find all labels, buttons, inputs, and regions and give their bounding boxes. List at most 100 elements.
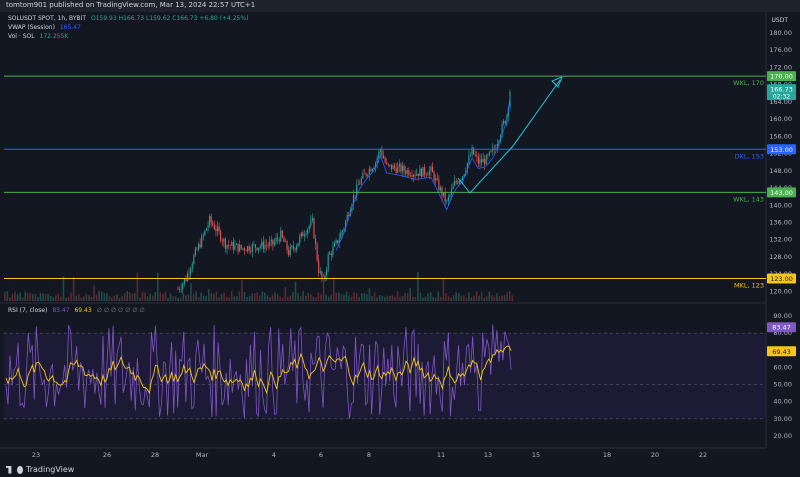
symbol-info[interactable]: SOLUSDT SPOT, 1h, BYBIT <box>8 15 86 22</box>
candle-body <box>473 147 475 155</box>
volume-bar <box>376 297 378 301</box>
volume-bar <box>427 293 429 301</box>
volume-bar <box>404 293 406 301</box>
volume-bar <box>414 296 417 301</box>
vwap-label: VWAP (Session) <box>8 24 55 31</box>
candle-body <box>201 236 203 248</box>
time-axis-tick: 8 <box>367 451 371 459</box>
key-level-label: WKL, 170 <box>733 79 764 87</box>
volume-bar <box>195 291 197 301</box>
time-axis-tick: 26 <box>103 451 111 459</box>
candle-body <box>488 151 491 156</box>
price-axis-currency: USDT <box>772 17 789 24</box>
volume-bar <box>90 297 93 301</box>
volume-bar <box>65 297 67 301</box>
volume-bar <box>136 272 139 301</box>
chart-canvas[interactable]: USDT180.00176.00172.00168.00164.00160.00… <box>0 0 800 477</box>
volume-bar <box>284 287 287 301</box>
candle-body <box>379 149 381 152</box>
candle-body <box>310 220 312 227</box>
volume-bar <box>457 293 460 301</box>
candle-body <box>242 248 244 249</box>
volume-bar <box>146 296 149 301</box>
candle-body <box>284 241 287 243</box>
volume-bar <box>218 297 220 301</box>
volume-bar <box>468 292 470 301</box>
volume-bar <box>276 293 279 301</box>
candle-body <box>479 159 481 164</box>
candle-body <box>341 230 343 233</box>
candle-body <box>232 241 234 250</box>
candle-body <box>247 246 249 252</box>
candle-body <box>337 240 339 243</box>
time-axis-tick: 23 <box>32 451 40 459</box>
candle-body <box>441 187 443 196</box>
rsi-empty-values: ∅ ∅ ∅ ∅ ∅ ∅ ∅ <box>96 307 145 314</box>
volume-bar <box>205 296 208 301</box>
time-axis-tick: 13 <box>484 451 492 459</box>
price-axis-tick: 160.00 <box>769 115 792 123</box>
candle-body <box>357 184 359 186</box>
price-axis-tick: 148.00 <box>769 167 792 175</box>
candle-body <box>221 240 223 242</box>
candle-body <box>438 179 440 191</box>
rsi-ma-badge-text: 69.43 <box>772 348 791 356</box>
candle-body <box>267 245 269 246</box>
volume-bar <box>62 276 65 301</box>
candle-body <box>381 149 383 156</box>
candle-body <box>226 245 228 249</box>
candle-body <box>296 246 298 250</box>
candle-body <box>185 279 187 281</box>
candle-body <box>250 250 252 252</box>
volume-bar <box>371 296 373 301</box>
volume-bar <box>511 295 514 301</box>
volume-bar <box>103 293 106 301</box>
volume-bar <box>480 291 483 301</box>
volume-legend[interactable]: Vol · SOL 172.255K <box>8 33 68 40</box>
candle-body <box>389 164 391 166</box>
candle-body <box>435 178 437 181</box>
candle-body <box>199 244 201 248</box>
candle-body <box>395 167 397 173</box>
tradingview-logo[interactable]: TradingView <box>6 465 74 474</box>
volume-bar <box>243 292 246 301</box>
volume-bar <box>131 293 134 301</box>
candle-body <box>305 233 307 235</box>
candle-body <box>216 226 219 232</box>
candle-body <box>425 174 427 176</box>
volume-bar <box>383 297 386 301</box>
volume-bar <box>348 295 350 301</box>
volume-bar <box>220 293 223 301</box>
volume-bar <box>215 291 218 301</box>
volume-bar <box>154 291 157 301</box>
rsi-axis-tick: 30.00 <box>773 415 792 423</box>
candle-body <box>371 169 374 172</box>
candle-body <box>321 271 323 278</box>
price-axis-tick: 176.00 <box>769 46 792 54</box>
volume-bar <box>332 277 335 301</box>
candle-body <box>183 279 185 284</box>
volume-bar <box>378 295 381 301</box>
volume-bar <box>368 288 371 301</box>
volume-bar <box>281 297 284 301</box>
volume-bar <box>157 272 159 301</box>
vwap-legend[interactable]: VWAP (Session) 165.47 <box>8 24 81 31</box>
volume-bar <box>327 296 330 301</box>
volume-bar <box>483 297 485 301</box>
candle-body <box>458 180 460 184</box>
volume-bar <box>95 294 98 301</box>
volume-bar <box>172 296 174 301</box>
candle-body <box>503 120 505 124</box>
rsi-legend[interactable]: RSI (7, close) 83.47 69.43 ∅ ∅ ∅ ∅ ∅ ∅ ∅ <box>8 307 145 314</box>
candle-body <box>416 173 418 176</box>
volume-value: 172.255K <box>39 33 69 40</box>
candle-body <box>179 289 181 290</box>
candle-body <box>452 185 454 190</box>
candle-body <box>254 244 257 248</box>
candle-body <box>427 175 429 176</box>
volume-bar <box>429 292 432 301</box>
candle-body <box>335 240 337 244</box>
candle-body <box>387 163 389 165</box>
volume-bar <box>77 294 80 301</box>
candle-body <box>490 150 492 152</box>
